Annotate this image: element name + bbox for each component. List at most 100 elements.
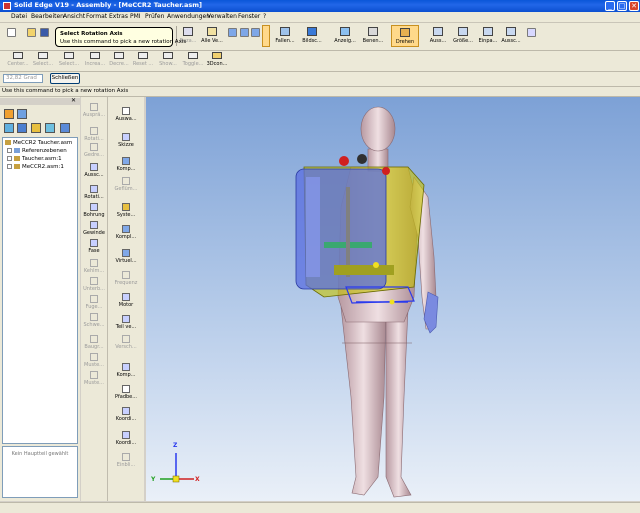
select-button-2[interactable]: Select... [57,51,81,73]
expand-icon[interactable] [7,148,12,153]
tool-shift[interactable]: Versch... [108,335,144,350]
tool-complete[interactable]: Kompl... [108,225,144,240]
menu-help[interactable]: ? [263,13,266,20]
pane-close-icon[interactable]: ✕ [71,97,76,104]
menu-anwendungen[interactable]: Anwendungen [167,13,210,20]
view-icon-3[interactable] [251,28,260,37]
tool-system[interactable]: Syste... [108,203,144,218]
fit-all-icon [207,27,217,36]
fit-button[interactable]: Einpa... [477,25,499,47]
tool-weld[interactable]: Schwe... [81,313,107,328]
tree-item-taucher[interactable]: Taucher.asm:1 [7,156,62,162]
tool-pattern-2[interactable]: Muste... [81,371,107,386]
tool-sketch[interactable]: Skizze [108,133,144,148]
tool-assembly[interactable]: Baugr... [81,335,107,350]
expand-icon[interactable] [7,156,12,161]
select-icon-2 [64,52,74,59]
tree-item-meccr2[interactable]: MeCCR2.asm:1 [7,164,64,170]
menu-datei[interactable]: Datei [11,13,27,20]
tool-revolved-cut[interactable]: Rotati... [81,185,107,200]
minimize-button[interactable]: _ [605,1,615,11]
tool-joint[interactable]: Fuge... [81,295,107,310]
tab-4[interactable] [45,123,55,133]
tool-swept[interactable]: Gedre... [81,143,107,158]
view-icon-2[interactable] [240,28,249,37]
tool-extrude[interactable]: Ausprä... [81,103,107,118]
named-view-button[interactable]: Benen... [361,25,385,47]
tool-round[interactable]: Kehlm... [81,259,107,274]
tool-coordinate-2[interactable]: Koordi... [108,431,144,446]
rotate-icon [400,28,410,37]
angle-input[interactable]: 32,82 Grad [3,74,43,83]
tree-item-root[interactable]: MeCCR2 Taucher.asm [5,140,72,146]
tool-virtual[interactable]: Virtuel... [108,249,144,264]
maximize-button[interactable]: □ [617,1,627,11]
tool-interrupt[interactable]: Unterb... [81,277,107,292]
section-button[interactable]: Auss... [428,25,448,47]
resize-button[interactable]: Größe... [452,25,474,47]
tool-hole[interactable]: Bohrung [81,203,107,218]
library-tab[interactable] [4,123,14,133]
tool-part-move[interactable]: Teil ve... [108,315,144,330]
tab-3[interactable] [31,123,41,133]
3d-viewport[interactable]: Z X Y [146,97,640,501]
tool-path[interactable]: Pfadbe... [108,385,144,400]
tool-component-2[interactable]: Komp... [108,363,144,378]
decrease-button[interactable]: Decre... [107,51,131,73]
menu-bearbeiten[interactable]: Bearbeiten [31,13,64,20]
rotate-button[interactable]: Drehen [391,25,419,47]
toggle-icon [188,52,198,59]
layers-tab[interactable] [17,109,27,119]
tool-cutout[interactable]: Aussc... [81,163,107,178]
center-button[interactable]: Center... [6,51,30,73]
tool-pattern-1[interactable]: Muste... [81,353,107,368]
tool-chamfer[interactable]: Fase [81,239,107,254]
close-command-button[interactable]: Schließen [50,73,80,84]
save-icon[interactable] [40,28,49,37]
increase-button[interactable]: Increa... [83,51,107,73]
menu-fenster[interactable]: Fenster [238,13,260,20]
falling-button[interactable]: Fallen... [273,25,297,47]
3dconnexion-button[interactable]: 3Dcon... [205,51,229,73]
reset-button[interactable]: Reset ... [131,51,155,73]
tool-motor[interactable]: Motor [108,293,144,308]
display-button[interactable]: Anzeig... [333,25,357,47]
tool-thread[interactable]: Gewinde [81,221,107,236]
menu-pmi[interactable]: PMI [130,13,141,20]
fit-all-button[interactable]: Alle Ve... [200,25,224,47]
section-icon [433,27,443,36]
menu-ansicht[interactable]: Ansicht [63,13,85,20]
menu-format[interactable]: Format [86,13,107,20]
tab-2[interactable] [17,123,27,133]
tool-component[interactable]: Komp... [108,157,144,172]
tool-frequency[interactable]: Frequenz [108,271,144,286]
prompt-bar: Use this command to pick a new rotation … [0,87,640,97]
menu-verwalten[interactable]: Verwalten [207,13,237,20]
show-button[interactable]: Show... [156,51,180,73]
menu-extras[interactable]: Extras [109,13,128,20]
new-file-icon[interactable] [7,28,16,37]
tool-insight[interactable]: Einbli... [108,453,144,468]
close-window-button[interactable]: ✕ [629,1,639,11]
select-button-1[interactable]: Select... [31,51,55,73]
feature-pathfinder-tab[interactable] [4,109,14,119]
tool-select[interactable]: Auswa... [108,107,144,122]
expand-icon[interactable] [7,164,12,169]
axis-handle[interactable] [389,299,395,305]
tab-5[interactable] [60,123,70,133]
toggle-button[interactable]: Toggle... [181,51,205,73]
select-arrow-icon[interactable] [527,28,536,37]
view-icon-1[interactable] [228,28,237,37]
app-icon[interactable] [3,2,11,10]
tree-item-reference-planes[interactable]: Referenzebenen [7,148,67,154]
menu-pruefen[interactable]: Prüfen [145,13,164,20]
tool-flat[interactable]: Geflüm... [108,177,144,192]
tool-revolve[interactable]: Rotati... [81,127,107,142]
tooltip-title: Select Rotation Axis [60,31,123,37]
open-folder-icon[interactable] [27,28,36,37]
axis-handle-top[interactable] [373,262,379,268]
sketch-view-toggle[interactable] [262,25,270,47]
cutout-button[interactable]: Aussc... [500,25,522,47]
tool-coordinate-1[interactable]: Koordi... [108,407,144,422]
screen-button[interactable]: Bildsc... [301,25,323,47]
